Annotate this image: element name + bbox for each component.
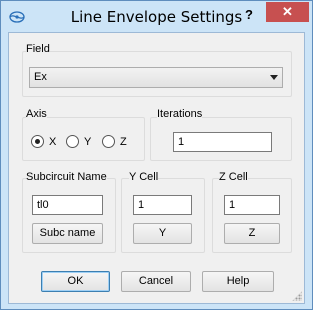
zcell-label: Z Cell [219, 171, 248, 183]
ok-button[interactable]: OK [41, 271, 110, 292]
help-question-icon[interactable]: ? [241, 7, 257, 23]
dialog-body: Field Ex Axis X Y Z Iterations 1 Subcirc… [8, 32, 305, 304]
field-select-value: Ex [34, 71, 47, 83]
ycell-label: Y Cell [129, 171, 159, 183]
z-button[interactable]: Z [224, 223, 280, 244]
axis-radio-z[interactable] [102, 135, 115, 148]
resize-grip-icon[interactable] [292, 291, 302, 301]
ycell-input[interactable]: 1 [133, 195, 192, 215]
iterations-input[interactable]: 1 [173, 132, 272, 152]
field-select[interactable]: Ex [29, 67, 283, 88]
axis-label-x: X [49, 136, 57, 148]
y-button[interactable]: Y [133, 223, 192, 244]
axis-radio-x[interactable] [31, 135, 44, 148]
axis-radio-y[interactable] [66, 135, 79, 148]
cancel-button[interactable]: Cancel [121, 271, 191, 292]
chevron-down-icon [270, 75, 278, 80]
axis-label-z: Z [120, 136, 127, 148]
close-button[interactable]: ✕ [266, 2, 309, 22]
subc-name-button[interactable]: Subc name [32, 223, 103, 244]
zcell-input[interactable]: 1 [224, 195, 280, 215]
dialog-window: Line Envelope Settings ? ✕ Field Ex Axis… [0, 0, 313, 310]
subcircuit-input[interactable]: tl0 [32, 195, 103, 215]
title-bar[interactable]: Line Envelope Settings ? ✕ [1, 1, 312, 33]
help-button[interactable]: Help [202, 271, 274, 292]
field-label: Field [26, 43, 50, 55]
subcircuit-label: Subcircuit Name [26, 171, 107, 183]
iterations-label: Iterations [157, 108, 203, 120]
axis-label-y: Y [84, 136, 92, 148]
axis-label: Axis [26, 108, 47, 120]
